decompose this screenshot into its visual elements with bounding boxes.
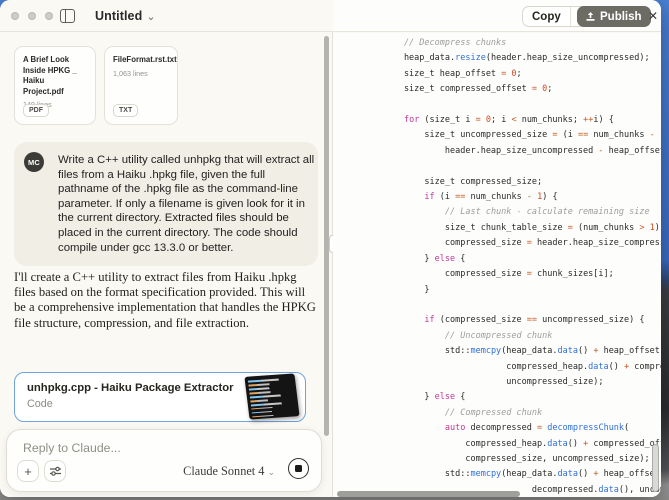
publish-button[interactable]: Publish	[577, 6, 651, 27]
artifact-code-panel: // Decompress chunks heap_data.resize(he…	[333, 33, 661, 497]
chat-scrollbar[interactable]	[324, 36, 329, 436]
code-vertical-scrollbar[interactable]	[652, 444, 659, 492]
title-bar: Untitled ⌄ Copy ⌄ Publish ✕	[0, 0, 661, 32]
model-name: Claude Sonnet 4	[183, 464, 264, 478]
add-attachment-button[interactable]: +	[17, 460, 39, 482]
attachment-type-badge: TXT	[113, 104, 138, 117]
close-panel-button[interactable]: ✕	[644, 7, 661, 25]
assistant-message-text: I'll create a C++ utility to extract fil…	[14, 270, 317, 331]
chevron-down-icon: ⌄	[146, 11, 155, 23]
code-content: // Decompress chunks heap_data.resize(he…	[333, 33, 661, 497]
model-selector[interactable]: Claude Sonnet 4⌄	[183, 464, 275, 479]
tools-button[interactable]	[44, 460, 66, 482]
chat-panel: A Brief Look Inside HPKG _ Haiku Project…	[0, 33, 332, 497]
artifact-code-thumbnail	[244, 373, 299, 419]
upload-icon	[586, 12, 595, 22]
sidebar-toggle-icon[interactable]	[60, 9, 75, 23]
window-minimize-traffic-light[interactable]	[28, 12, 36, 20]
reply-input[interactable]: Reply to Claude...	[23, 441, 121, 455]
attachment-type-badge: PDF	[23, 104, 49, 117]
reply-composer[interactable]: Reply to Claude... + Claude Sonnet 4⌄	[6, 429, 322, 492]
user-message-text: Write a C++ utility called unhpkg that w…	[58, 153, 316, 255]
voice-mode-button[interactable]	[288, 458, 309, 479]
attachment-card-pdf[interactable]: A Brief Look Inside HPKG _ Haiku Project…	[14, 46, 96, 125]
publish-button-label: Publish	[600, 11, 642, 23]
attachment-title: FileFormat.rst.txt	[113, 55, 169, 66]
code-horizontal-scrollbar[interactable]	[337, 491, 520, 497]
attachment-card-txt[interactable]: FileFormat.rst.txt 1,063 lines TXT	[104, 46, 178, 125]
conversation-title-menu[interactable]: Untitled ⌄	[95, 9, 156, 23]
attachment-meta: 1,063 lines	[113, 69, 169, 78]
window-close-traffic-light[interactable]	[11, 12, 19, 20]
app-window: Untitled ⌄ Copy ⌄ Publish ✕ A Brief Look …	[0, 0, 661, 497]
user-avatar: MC	[24, 152, 44, 172]
window-zoom-traffic-light[interactable]	[45, 12, 53, 20]
conversation-title: Untitled	[95, 9, 142, 23]
close-icon: ✕	[648, 9, 658, 23]
plus-icon: +	[24, 464, 32, 479]
sliders-icon	[50, 466, 61, 476]
user-message-bubble: MC Write a C++ utility called unhpkg tha…	[14, 142, 318, 266]
chevron-down-icon: ⌄	[267, 467, 275, 477]
attachment-title: A Brief Look Inside HPKG _ Haiku Project…	[23, 55, 87, 97]
artifact-card[interactable]: unhpkg.cpp - Haiku Package Extractor Cod…	[14, 372, 306, 422]
copy-button-label[interactable]: Copy	[523, 7, 570, 26]
